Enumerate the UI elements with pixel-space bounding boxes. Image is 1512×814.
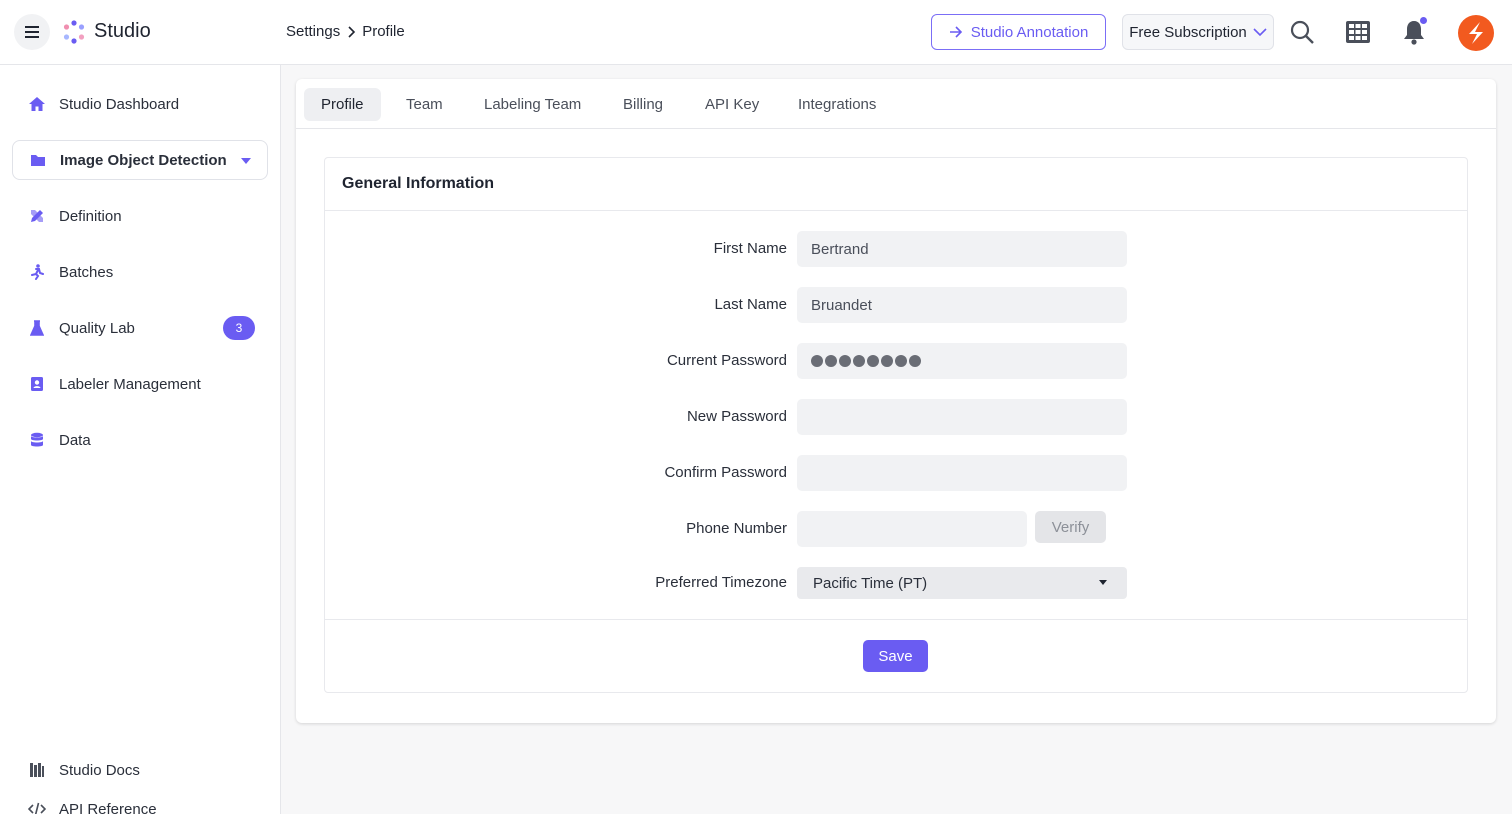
confirm-password-field[interactable] [797, 455, 1127, 491]
new-password-field[interactable] [797, 399, 1127, 435]
user-logo-icon [1469, 22, 1483, 44]
confirm-password-label: Confirm Password [664, 464, 787, 481]
breadcrumb-settings[interactable]: Settings [286, 23, 340, 40]
first-name-field[interactable] [797, 231, 1127, 267]
password-dot [895, 355, 907, 367]
home-icon [28, 95, 46, 113]
sidebar-item-quality-lab[interactable]: Quality Lab 3 [12, 308, 268, 348]
last-name-field[interactable] [797, 287, 1127, 323]
folder-icon [29, 151, 47, 169]
divider [325, 210, 1467, 211]
search-icon [1290, 20, 1314, 44]
tab-labeling-team[interactable]: Labeling Team [467, 88, 598, 121]
phone-number-field[interactable] [797, 511, 1027, 547]
password-dot [881, 355, 893, 367]
notification-dot [1420, 17, 1427, 24]
sidebar-item-label: Quality Lab [59, 319, 135, 337]
settings-tabs: Profile Team Labeling Team Billing API K… [296, 79, 1496, 129]
app-name: Studio [94, 20, 151, 42]
phone-number-label: Phone Number [686, 520, 787, 537]
sidebar-item-label: Batches [59, 263, 114, 281]
notifications-button[interactable] [1400, 17, 1428, 46]
database-icon [28, 431, 46, 449]
card-title: General Information [342, 175, 495, 192]
sidebar-item-label: Studio Docs [59, 761, 140, 779]
password-dot [909, 355, 921, 367]
avatar[interactable] [1458, 15, 1494, 51]
caret-down-icon [241, 158, 251, 164]
apps-button[interactable] [1344, 18, 1372, 46]
breadcrumb-profile: Profile [362, 23, 405, 40]
password-dot [839, 355, 851, 367]
timezone-select[interactable]: Pacific Time (PT) [797, 567, 1127, 599]
tab-profile[interactable]: Profile [304, 88, 381, 121]
caret-down-icon [1099, 580, 1107, 585]
menu-button[interactable] [14, 14, 50, 50]
subscription-dropdown[interactable]: Free Subscription [1122, 14, 1274, 50]
sidebar-item-label: Data [59, 431, 91, 449]
password-dot [867, 355, 879, 367]
sidebar-item-batches[interactable]: Batches [12, 252, 268, 292]
general-information-card: General Information First Name Last Name… [324, 157, 1468, 693]
new-password-label: New Password [686, 408, 787, 425]
pencil-ruler-icon [28, 207, 46, 225]
apps-grid-icon [1346, 21, 1370, 43]
code-icon [28, 800, 46, 814]
sidebar: Studio Dashboard Image Object Detection … [0, 65, 281, 814]
menu-icon [25, 26, 39, 38]
books-icon [28, 761, 46, 779]
sidebar-item-label: Studio Dashboard [59, 95, 180, 113]
breadcrumb: Settings Profile [286, 23, 405, 40]
sidebar-item-data[interactable]: Data [12, 420, 268, 460]
sidebar-item-label: Definition [59, 207, 122, 225]
timezone-value: Pacific Time (PT) [813, 574, 928, 592]
current-password-field[interactable] [797, 343, 1127, 379]
project-name: Image Object Detection [60, 151, 227, 169]
current-password-label: Current Password [666, 352, 787, 369]
timezone-label: Preferred Timezone [655, 574, 787, 591]
sidebar-item-labeler-management[interactable]: Labeler Management [12, 364, 268, 404]
tab-api-key[interactable]: API Key [688, 88, 776, 121]
chevron-down-icon [1253, 28, 1267, 37]
password-dot [825, 355, 837, 367]
runner-icon [28, 263, 46, 281]
password-dot [853, 355, 865, 367]
quality-lab-badge: 3 [223, 316, 255, 340]
contact-book-icon [28, 375, 46, 393]
tab-team[interactable]: Team [389, 88, 460, 121]
sidebar-item-studio-dashboard[interactable]: Studio Dashboard [12, 84, 268, 124]
verify-button[interactable]: Verify [1035, 511, 1106, 543]
sidebar-item-label: Labeler Management [59, 375, 201, 393]
arrow-right-icon [949, 26, 962, 38]
sidebar-item-studio-docs[interactable]: Studio Docs [12, 750, 268, 790]
last-name-label: Last Name [714, 296, 787, 313]
first-name-label: First Name [713, 240, 787, 257]
subscription-label: Free Subscription [1129, 23, 1247, 41]
tab-billing[interactable]: Billing [606, 88, 680, 121]
divider [325, 619, 1467, 620]
studio-annotation-button[interactable]: Studio Annotation [931, 14, 1106, 50]
sidebar-item-label: API Reference [59, 800, 157, 814]
studio-logo-icon [63, 20, 85, 44]
password-dot [811, 355, 823, 367]
studio-annotation-label: Studio Annotation [970, 23, 1089, 41]
save-button[interactable]: Save [863, 640, 928, 672]
settings-panel: Profile Team Labeling Team Billing API K… [296, 79, 1496, 723]
chevron-right-icon [346, 25, 356, 38]
project-selector[interactable]: Image Object Detection [12, 140, 268, 180]
sidebar-item-api-reference[interactable]: API Reference [12, 789, 268, 814]
sidebar-item-definition[interactable]: Definition [12, 196, 268, 236]
flask-icon [28, 319, 46, 337]
search-button[interactable] [1288, 18, 1316, 46]
top-header: Studio Settings Profile Studio Annotatio… [0, 0, 1512, 65]
tab-integrations[interactable]: Integrations [781, 88, 893, 121]
